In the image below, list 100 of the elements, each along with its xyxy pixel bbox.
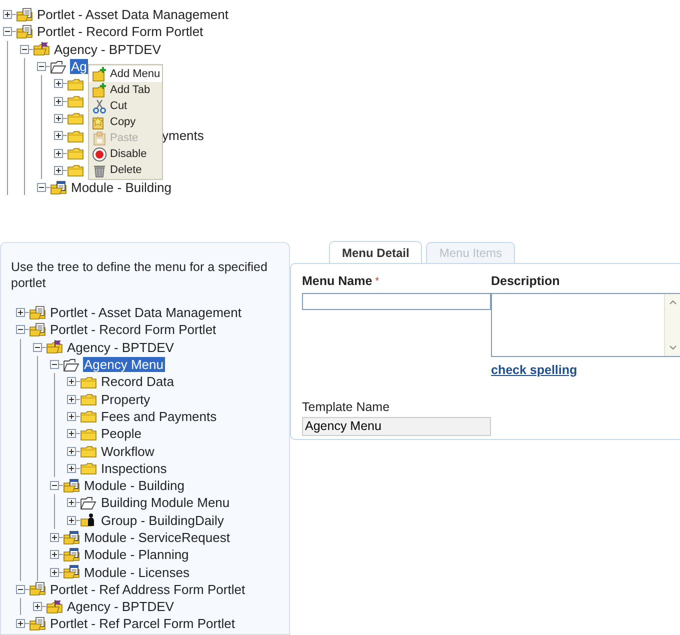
collapse-icon[interactable] [16,584,25,594]
tree-node-label[interactable]: Workflow [100,444,156,459]
field-label: Description [491,274,561,289]
menu-item[interactable]: Cut [89,98,162,114]
folder-icon [80,426,97,441]
expand-icon[interactable] [16,308,25,318]
tree-node-label[interactable]: Property [100,392,152,407]
tree-node-label[interactable]: Portlet - Asset Data Management [36,7,230,22]
folder-document-icon [63,530,80,544]
tree-node-label[interactable]: Inspections [100,460,168,476]
folder-document-icon [29,322,46,337]
tree-node-label[interactable]: Module - Planning [83,547,190,562]
tab[interactable]: Menu Detail [329,241,422,263]
expand-icon[interactable] [67,412,76,421]
menu-item[interactable]: Add Menu [89,66,162,82]
tree-node-label[interactable]: People [100,426,142,442]
tree-node-label[interactable]: Module - Licenses [83,564,190,580]
collapse-icon[interactable] [50,481,59,490]
collapse-icon[interactable] [33,342,42,352]
menu-item[interactable]: Disable [89,146,162,162]
instructions-text: Use the tree to define the menu for a specified portlet [11,259,268,291]
tree-node-label[interactable]: Portlet - Ref Address Form Portlet [49,582,246,597]
expand-icon[interactable] [54,166,63,175]
collapse-icon[interactable] [3,27,12,36]
folder-document-icon [29,616,46,631]
expand-icon[interactable] [3,10,12,20]
tree-node-label[interactable]: Group - BuildingDaily [100,512,225,528]
folder-document-icon [63,548,80,562]
collapse-icon[interactable] [16,325,25,334]
folder-document-icon [50,180,67,195]
tree-node-label[interactable]: Module - Building [83,478,186,494]
cut-icon [92,98,107,114]
field-label: Template Name [302,400,391,415]
folder-flag-icon [46,600,63,614]
tree-node-label[interactable]: Agency - BPTDEV [53,42,162,57]
expand-icon[interactable] [50,550,59,560]
folder-icon [80,374,97,389]
tree-node-label[interactable]: Agency Menu [83,357,164,372]
folder-document-icon [63,565,80,580]
expand-icon[interactable] [67,446,76,456]
tree-node-label[interactable]: Agency - BPTDEV [66,599,175,614]
menu-item[interactable]: Add Tab [89,82,162,98]
tree-node-label[interactable]: Building Module Menu [100,495,231,510]
collapse-icon[interactable] [37,62,46,72]
folder-document-icon [63,478,80,493]
expand-icon[interactable] [67,377,76,386]
tree-node-label[interactable]: Module - Building [70,180,172,195]
stop-icon [92,146,107,162]
open-folder-icon [50,60,67,74]
folder-flag-icon [46,340,63,354]
folder-document-icon [16,24,33,39]
expand-icon[interactable] [67,516,76,525]
tree-node-label[interactable]: Record Data [100,374,175,390]
folder-icon [80,392,97,406]
expand-icon[interactable] [50,533,59,542]
expand-icon[interactable] [54,79,63,88]
tree-node-label[interactable]: Ag [70,59,88,74]
description-field[interactable] [491,293,680,357]
folder-icon [67,94,84,108]
required-mark: * [375,275,380,289]
field-label: Menu Name [302,274,372,289]
expand-icon[interactable] [67,429,76,438]
expand-icon[interactable] [67,498,76,508]
tree-node-label[interactable]: Portlet - Record Form Portlet [36,24,204,40]
expand-icon[interactable] [54,131,63,140]
expand-icon[interactable] [67,464,76,473]
open-folder-icon [80,496,97,510]
folder-document-icon [29,306,46,320]
collapse-icon[interactable] [50,360,59,370]
tree-node-label[interactable]: Fees and Payments [100,408,218,424]
expand-icon[interactable] [67,394,76,404]
menu-item[interactable]: Delete [89,162,162,178]
clipboard-icon [92,130,107,146]
add-folder-icon [92,66,107,82]
collapse-icon[interactable] [20,44,29,54]
expand-icon[interactable] [16,619,25,628]
tree-node-label[interactable]: Portlet - Asset Data Management [49,305,242,320]
tree-node-label[interactable]: Agency - BPTDEV [66,340,175,355]
folder-document-icon [29,582,46,596]
person-folder-icon [80,513,97,528]
folder-flag-icon [33,42,50,56]
folder-icon [67,111,84,126]
tree-node-label[interactable]: yments [161,128,205,144]
expand-icon[interactable] [33,602,42,612]
menu-name-field[interactable] [302,293,491,310]
tree-node-label[interactable]: Portlet - Record Form Portlet [49,322,218,338]
menu-item[interactable]: Copy [89,114,162,130]
expand-icon[interactable] [54,114,63,123]
expand-icon[interactable] [50,568,59,577]
folder-document-icon [16,8,33,22]
tree-node-label[interactable]: Portlet - Ref Parcel Form Portlet [49,616,236,632]
collapse-icon[interactable] [37,183,46,192]
expand-icon[interactable] [54,148,63,158]
template-name-field[interactable]: Agency Menu [302,416,491,436]
expand-icon[interactable] [54,96,63,106]
folder-icon [80,409,97,424]
check-spelling-link[interactable]: check spelling [491,361,578,380]
folder-icon [67,128,84,143]
tree-node-label[interactable]: Module - ServiceRequest [83,530,231,545]
folder-icon [67,76,84,91]
